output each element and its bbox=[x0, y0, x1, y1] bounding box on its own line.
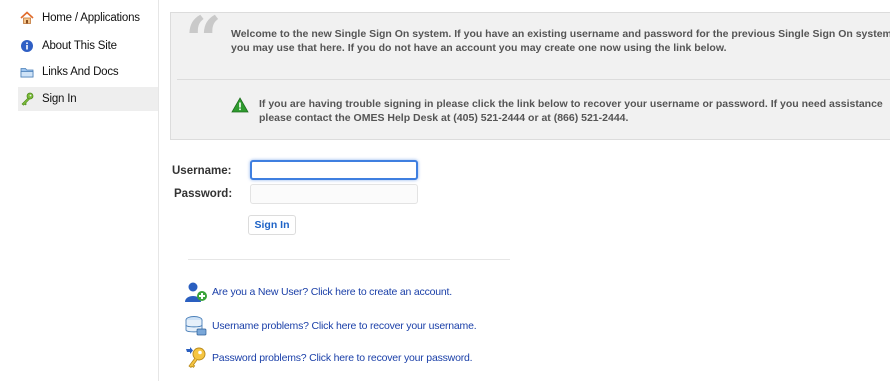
links-divider bbox=[188, 259, 510, 260]
username-input[interactable] bbox=[250, 160, 418, 180]
sidebar-item-home[interactable]: Home / Applications bbox=[20, 6, 158, 30]
warning-icon bbox=[231, 97, 249, 113]
sidebar-nav: Home / Applications About This Site Link… bbox=[0, 0, 158, 381]
password-input[interactable] bbox=[250, 184, 418, 204]
trouble-message: If you are having trouble signing in ple… bbox=[259, 98, 883, 124]
sign-in-button[interactable]: Sign In bbox=[248, 215, 296, 235]
info-icon bbox=[20, 39, 34, 53]
password-recovery-link[interactable]: Password problems? Click here to recover… bbox=[184, 346, 473, 370]
username-recovery-icon bbox=[184, 314, 210, 338]
panel-divider bbox=[177, 79, 890, 80]
sidebar-item-label: Links And Docs bbox=[42, 66, 119, 78]
quote-icon: “ bbox=[185, 3, 222, 78]
sidebar-item-signin[interactable]: Sign In bbox=[18, 87, 158, 111]
sidebar-item-label: About This Site bbox=[42, 40, 117, 52]
sidebar-item-label: Home / Applications bbox=[42, 12, 140, 24]
sidebar-item-links[interactable]: Links And Docs bbox=[20, 60, 158, 84]
username-label: Username: bbox=[172, 165, 232, 177]
password-recovery-link-text: Password problems? Click here to recover… bbox=[212, 352, 473, 364]
welcome-message: Welcome to the new Single Sign On system… bbox=[231, 28, 890, 54]
sidebar-divider bbox=[158, 0, 159, 381]
password-label: Password: bbox=[174, 188, 233, 200]
welcome-panel: “ Welcome to the new Single Sign On syst… bbox=[170, 3, 890, 140]
home-icon bbox=[20, 11, 34, 25]
folder-icon bbox=[20, 65, 34, 79]
sidebar-item-about[interactable]: About This Site bbox=[20, 34, 158, 58]
password-recovery-icon bbox=[184, 346, 210, 370]
new-user-link[interactable]: Are you a New User? Click here to create… bbox=[184, 280, 452, 304]
new-user-icon bbox=[184, 280, 210, 304]
new-user-link-text: Are you a New User? Click here to create… bbox=[212, 286, 452, 298]
sidebar-item-label: Sign In bbox=[42, 93, 77, 105]
key-icon bbox=[20, 92, 34, 106]
username-recovery-link[interactable]: Username problems? Click here to recover… bbox=[184, 314, 477, 338]
username-recovery-link-text: Username problems? Click here to recover… bbox=[212, 320, 477, 332]
